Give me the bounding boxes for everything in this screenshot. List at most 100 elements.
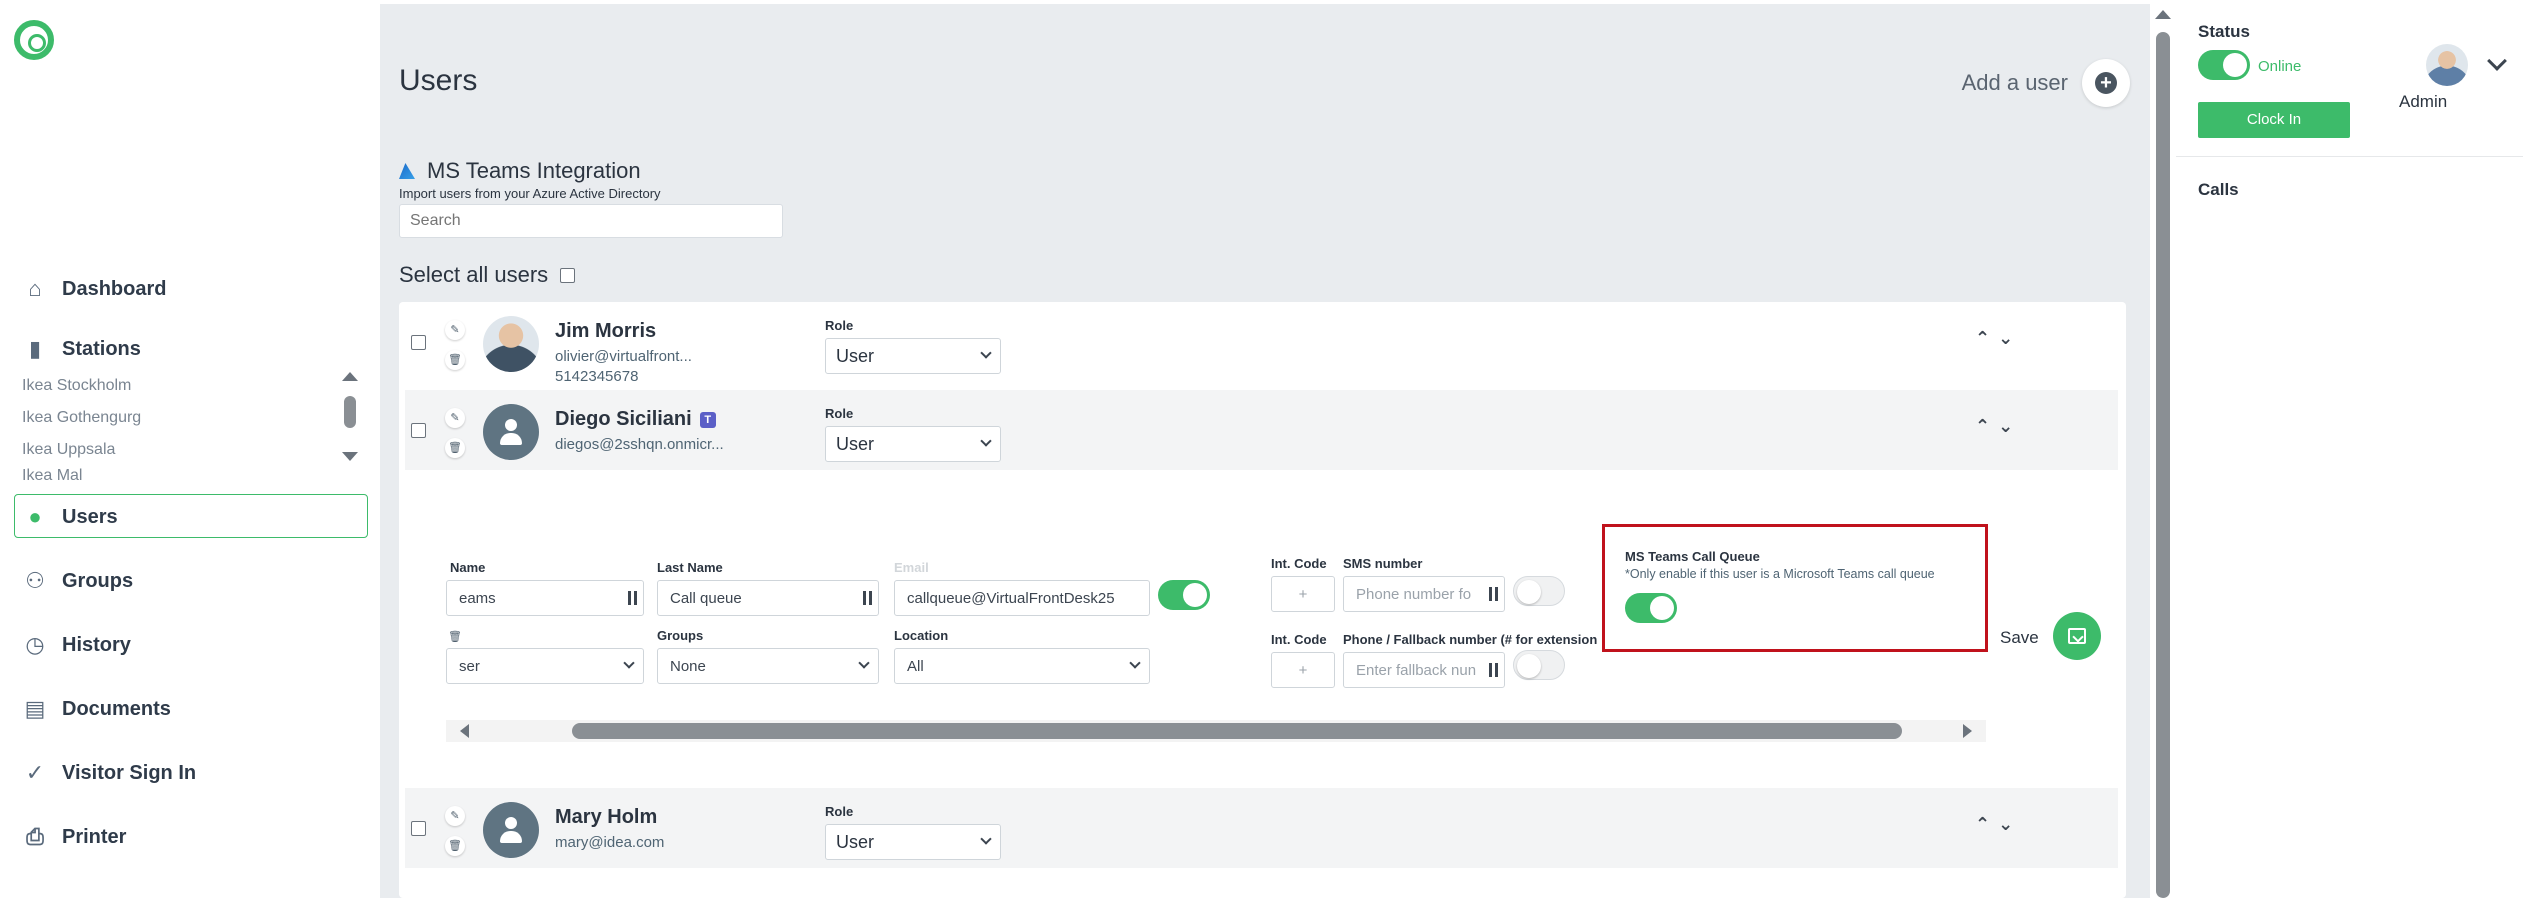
table-row: ✎ 🗑 Mary Holm mary@idea.com Role User ⌃⌄ bbox=[405, 788, 2118, 868]
station-list-scrollbar[interactable] bbox=[340, 368, 360, 468]
station-item[interactable]: Ikea Gothengurg bbox=[22, 402, 362, 434]
chevron-down-icon bbox=[858, 657, 870, 669]
keyboard-icon bbox=[1489, 587, 1498, 601]
user-name-text: Diego Siciliani bbox=[555, 408, 692, 430]
nav-history-label: History bbox=[62, 633, 131, 656]
role-value: User bbox=[836, 434, 875, 454]
role-label: Role bbox=[825, 406, 854, 421]
status-panel: Status Online Clock In Admin Calls bbox=[2176, 0, 2523, 898]
save-icon bbox=[2068, 628, 2086, 644]
save-label[interactable]: Save bbox=[2000, 628, 2039, 648]
app-logo[interactable] bbox=[14, 20, 54, 60]
row-checkbox[interactable] bbox=[411, 335, 426, 350]
groups-select[interactable]: None bbox=[657, 648, 879, 684]
email-field[interactable]: callqueue@VirtualFrontDesk25 bbox=[894, 580, 1150, 616]
clock-in-button[interactable]: Clock In bbox=[2198, 102, 2350, 138]
tablet-icon: ▮ bbox=[28, 336, 42, 361]
email-toggle[interactable] bbox=[1158, 580, 1210, 610]
edit-icon[interactable]: ✎ bbox=[445, 408, 465, 428]
ms-teams-call-queue-label: MS Teams Call Queue bbox=[1625, 549, 1760, 564]
calls-label: Calls bbox=[2198, 180, 2239, 199]
fallback-number-field[interactable]: Enter fallback nun bbox=[1343, 652, 1505, 688]
add-user-label[interactable]: Add a user bbox=[1962, 70, 2068, 96]
printer-icon: ⎙ bbox=[26, 824, 44, 849]
avatar bbox=[483, 316, 539, 372]
trash-icon[interactable]: 🗑 bbox=[445, 438, 465, 458]
search-input[interactable] bbox=[399, 204, 783, 238]
ms-teams-title: MS Teams Integration bbox=[399, 158, 641, 184]
ms-teams-call-queue-note: *Only enable if this user is a Microsoft… bbox=[1625, 567, 1935, 581]
keyboard-icon bbox=[1489, 663, 1498, 677]
first-name-value: eams bbox=[459, 590, 496, 607]
edit-icon[interactable]: ✎ bbox=[445, 320, 465, 340]
role-field-value: ser bbox=[459, 658, 480, 675]
scroll-up-arrow-icon[interactable] bbox=[2155, 10, 2171, 19]
chevron-down-icon bbox=[980, 347, 992, 359]
groups-label: Groups bbox=[657, 628, 704, 643]
int-code-field-2[interactable]: + bbox=[1271, 652, 1335, 688]
online-toggle[interactable] bbox=[2198, 50, 2250, 80]
last-name-field[interactable]: Call queue bbox=[657, 580, 879, 616]
scroll-down-arrow-icon[interactable] bbox=[342, 452, 358, 461]
nav-documents[interactable]: ▤ Documents bbox=[22, 696, 171, 722]
trash-icon[interactable]: 🗑 bbox=[445, 836, 465, 856]
ms-teams-call-queue-box: MS Teams Call Queue *Only enable if this… bbox=[1602, 524, 1988, 652]
divider bbox=[2176, 156, 2523, 157]
int-code-field[interactable]: + bbox=[1271, 576, 1335, 612]
role-select[interactable]: User bbox=[825, 426, 1001, 462]
station-list: Ikea Stockholm Ikea Gothengurg Ikea Upps… bbox=[22, 370, 362, 482]
trash-icon[interactable]: 🗑 bbox=[445, 350, 465, 370]
chevron-down-icon[interactable] bbox=[2487, 51, 2507, 71]
first-name-field[interactable]: eams bbox=[446, 580, 644, 616]
sms-number-field[interactable]: Phone number fo bbox=[1343, 576, 1505, 612]
scroll-up-arrow-icon[interactable] bbox=[342, 372, 358, 381]
fallback-toggle[interactable] bbox=[1513, 650, 1565, 680]
scroll-right-arrow-icon[interactable] bbox=[1963, 724, 1972, 738]
role-select[interactable]: User bbox=[825, 824, 1001, 860]
nav-groups[interactable]: ⚇ Groups bbox=[22, 568, 133, 594]
select-all-checkbox[interactable] bbox=[560, 267, 576, 283]
trash-icon[interactable]: 🗑 bbox=[448, 630, 462, 643]
page-vertical-scrollbar[interactable] bbox=[2150, 0, 2176, 898]
form-horizontal-scrollbar[interactable] bbox=[446, 720, 1986, 742]
scroll-thumb[interactable] bbox=[2156, 32, 2170, 898]
plus-circle-icon: + bbox=[2095, 72, 2117, 94]
scroll-left-arrow-icon[interactable] bbox=[460, 724, 469, 738]
nav-dashboard[interactable]: ⌂ Dashboard bbox=[22, 276, 166, 302]
add-user-button[interactable]: + bbox=[2082, 59, 2130, 107]
scroll-thumb[interactable] bbox=[344, 396, 356, 428]
nav-history[interactable]: ◷ History bbox=[22, 632, 131, 658]
role-field[interactable]: ser bbox=[446, 648, 644, 684]
station-item[interactable]: Ikea Mal bbox=[22, 460, 362, 482]
role-select[interactable]: User bbox=[825, 338, 1001, 374]
ms-teams-call-queue-toggle[interactable] bbox=[1625, 593, 1677, 623]
nav-users[interactable]: ● Users bbox=[22, 504, 118, 530]
station-item[interactable]: Ikea Stockholm bbox=[22, 370, 362, 402]
email-label: Email bbox=[894, 560, 929, 575]
sms-toggle[interactable] bbox=[1513, 576, 1565, 606]
ms-teams-title-text: MS Teams Integration bbox=[427, 158, 641, 183]
user-name: Mary Holm bbox=[555, 806, 658, 828]
nav-visitor-sign-in[interactable]: ✓ Visitor Sign In bbox=[22, 760, 196, 786]
last-name-value: Call queue bbox=[670, 590, 742, 607]
reorder-controls[interactable]: ⌃⌄ bbox=[1975, 328, 2021, 349]
scroll-thumb[interactable] bbox=[572, 723, 1902, 739]
azure-icon bbox=[399, 163, 415, 179]
row-checkbox[interactable] bbox=[411, 821, 426, 836]
row-checkbox[interactable] bbox=[411, 423, 426, 438]
nav-dashboard-label: Dashboard bbox=[62, 277, 167, 300]
home-icon: ⌂ bbox=[28, 276, 42, 301]
fallback-number-label: Phone / Fallback number (# for extension bbox=[1343, 632, 1598, 647]
user-phone: 5142345678 bbox=[555, 368, 639, 385]
save-button[interactable] bbox=[2053, 612, 2101, 660]
sms-number-placeholder: Phone number fo bbox=[1356, 586, 1472, 603]
reorder-controls[interactable]: ⌃⌄ bbox=[1975, 814, 2021, 835]
edit-icon[interactable]: ✎ bbox=[445, 806, 465, 826]
nav-stations[interactable]: ▮ Stations bbox=[22, 336, 141, 362]
select-all-label: Select all users bbox=[399, 262, 549, 287]
location-select[interactable]: All bbox=[894, 648, 1150, 684]
nav-printer[interactable]: ⎙ Printer bbox=[22, 824, 126, 850]
avatar[interactable] bbox=[2426, 44, 2468, 86]
nav-users-label: Users bbox=[62, 505, 118, 528]
reorder-controls[interactable]: ⌃⌄ bbox=[1975, 416, 2021, 437]
